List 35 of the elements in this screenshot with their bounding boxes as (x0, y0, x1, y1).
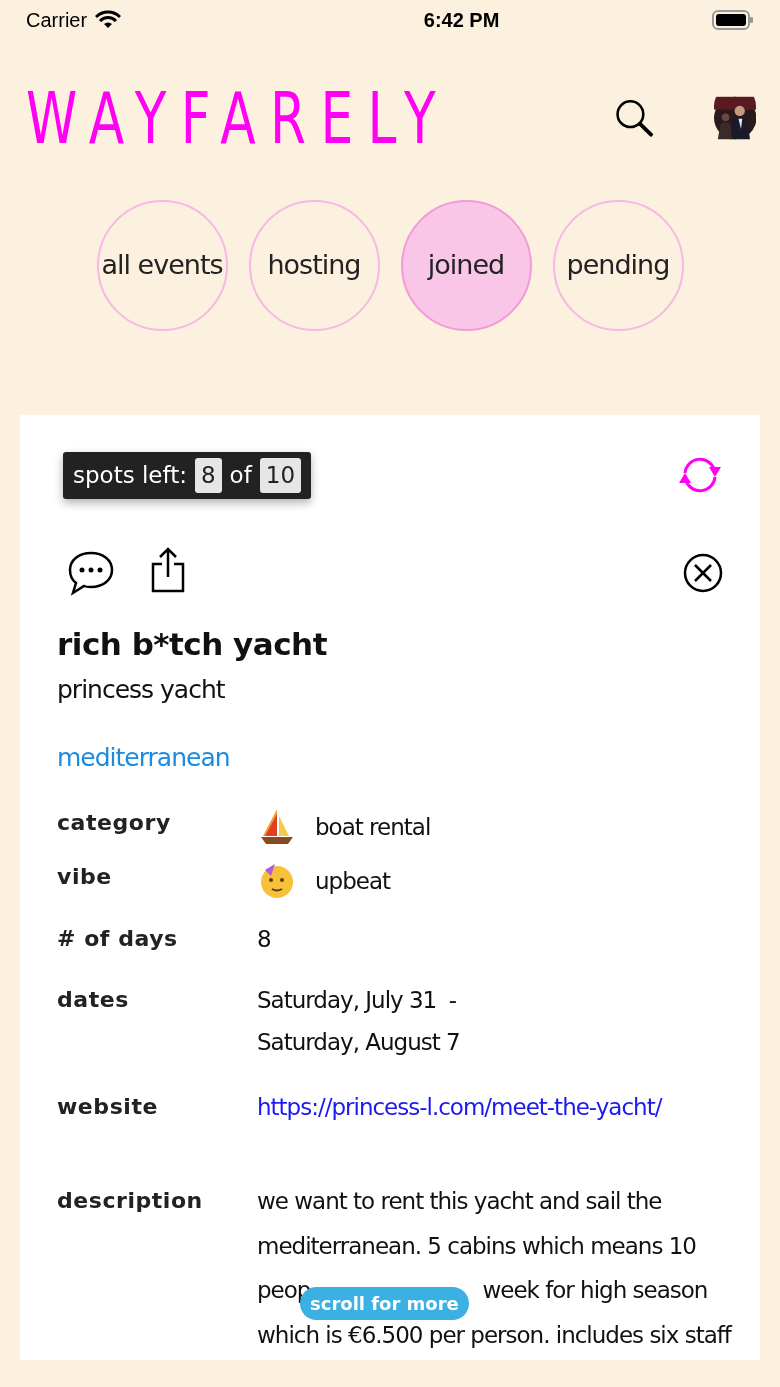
website-link[interactable]: https://princess-l.com/meet-the-yacht/ (257, 1089, 662, 1124)
spots-left-label: spots left: (73, 461, 187, 490)
description-fragment: week for high season (482, 1276, 708, 1305)
spots-total-count: 10 (259, 458, 302, 493)
detail-label: description (57, 1187, 204, 1215)
description-line: mediterranean. 5 cabins which means 10 (257, 1231, 697, 1261)
detail-label: vibe (57, 863, 113, 891)
battery-icon (712, 9, 754, 31)
detail-label: # of days (57, 925, 179, 953)
clock: 6:42 PM (423, 8, 500, 33)
filter-tab[interactable]: all events (96, 200, 228, 331)
date-text: Saturday, August 7 (257, 1028, 460, 1057)
filter-tab[interactable]: pending (552, 200, 684, 331)
of-label: of (229, 461, 252, 490)
detail-value: boat rental (315, 813, 431, 842)
location-link[interactable]: mediterranean (57, 738, 723, 776)
chat-icon[interactable] (67, 549, 115, 596)
event-subtitle: princess yacht (57, 674, 226, 706)
filter-tab[interactable]: joined (400, 200, 532, 331)
description-line: we want to rent this yacht and sail the (257, 1187, 663, 1216)
carrier-label: Carrier (26, 8, 88, 33)
logo: WAYFARELY (26, 81, 451, 154)
detail-value: upbeat (315, 867, 391, 896)
description-line: which is €6.500 per person. includes six staff (257, 1320, 731, 1350)
wifi-icon (95, 10, 122, 30)
detail-value: 8 (257, 925, 271, 954)
spots-left-count: 8 (194, 458, 222, 493)
date-text: Saturday, July 31 - (257, 985, 458, 1015)
event-title: rich b*tch yacht (57, 624, 328, 664)
share-icon[interactable] (150, 546, 186, 593)
close-icon[interactable] (683, 552, 723, 593)
detail-label: dates (57, 985, 130, 1014)
detail-label: website (57, 1092, 159, 1121)
detail-label: category (57, 809, 172, 837)
filter-tab[interactable]: hosting (248, 200, 380, 331)
